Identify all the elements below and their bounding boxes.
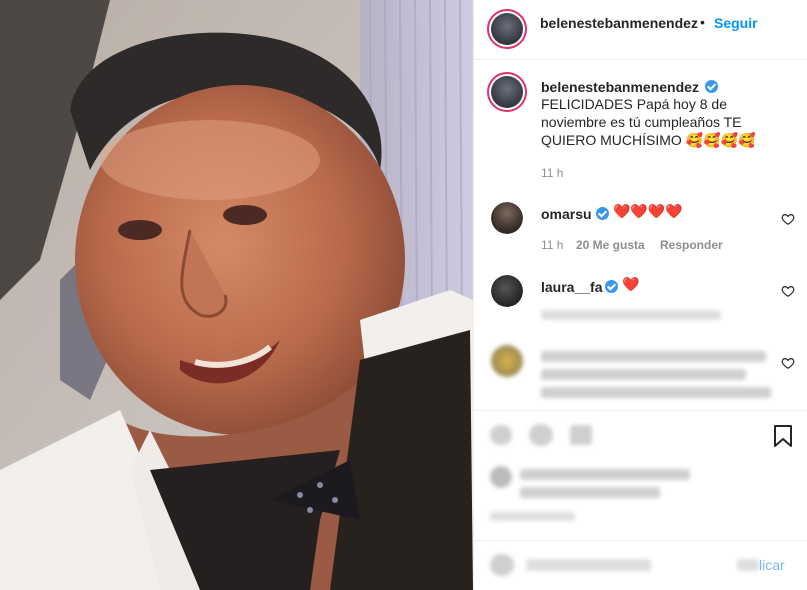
blurred-liker-avatar xyxy=(490,466,512,488)
like-icon[interactable] xyxy=(490,425,512,445)
header-separator: • xyxy=(700,14,705,30)
blurred-comment-line xyxy=(541,369,746,380)
actions-separator xyxy=(474,410,807,411)
caption-time[interactable]: 11 h xyxy=(541,166,563,180)
post-comment-button[interactable]: licar xyxy=(759,557,785,573)
blurred-comment-line xyxy=(541,387,771,398)
comment-username[interactable]: omarsu xyxy=(541,206,592,222)
comment-input-separator xyxy=(474,540,807,541)
verified-badge-icon xyxy=(596,207,609,220)
post-image xyxy=(0,0,473,590)
comment-text: ❤️❤️❤️❤️ xyxy=(613,203,683,219)
comment-likes[interactable]: 20 Me gusta xyxy=(576,238,645,252)
blurred-comment-avatar xyxy=(491,345,523,377)
reply-button[interactable]: Responder xyxy=(660,238,723,252)
post-button-blurred-part xyxy=(737,559,759,571)
caption-avatar[interactable] xyxy=(487,72,527,112)
author-avatar[interactable] xyxy=(487,9,527,49)
comment-time[interactable]: 11 h xyxy=(541,238,563,252)
comment-icon[interactable] xyxy=(529,424,553,446)
caption-text: FELICIDADES Papá hoy 8 de noviembre es t… xyxy=(541,96,756,148)
post-side-panel: belenestebanmenendez • Seguir belenesteb… xyxy=(473,0,807,590)
verified-badge-icon xyxy=(705,80,718,93)
blurred-comment-line xyxy=(541,351,766,362)
blurred-likes-text xyxy=(520,469,690,480)
blurred-likes-text xyxy=(520,487,660,498)
post-header: belenestebanmenendez • Seguir xyxy=(474,0,807,60)
comment-text: ❤️ xyxy=(622,276,640,292)
comment-like-heart-icon[interactable] xyxy=(781,212,795,226)
verified-badge-icon xyxy=(605,280,618,293)
emoji-icon[interactable] xyxy=(490,554,514,576)
blurred-comment-meta xyxy=(541,310,721,320)
comment-username[interactable]: laura__fa xyxy=(541,279,602,295)
follow-button[interactable]: Seguir xyxy=(714,15,758,31)
share-icon[interactable] xyxy=(570,425,592,445)
bookmark-icon[interactable] xyxy=(771,424,795,448)
comment-avatar[interactable] xyxy=(491,275,523,307)
comment-like-heart-icon[interactable] xyxy=(781,284,795,298)
author-username[interactable]: belenestebanmenendez xyxy=(540,15,698,31)
comment-input[interactable] xyxy=(526,559,651,571)
comment-avatar[interactable] xyxy=(491,202,523,234)
post-photo[interactable] xyxy=(0,0,473,590)
blurred-post-date xyxy=(490,512,575,521)
caption-username[interactable]: belenestebanmenendez xyxy=(541,79,699,95)
comment-like-heart-icon[interactable] xyxy=(781,356,795,370)
